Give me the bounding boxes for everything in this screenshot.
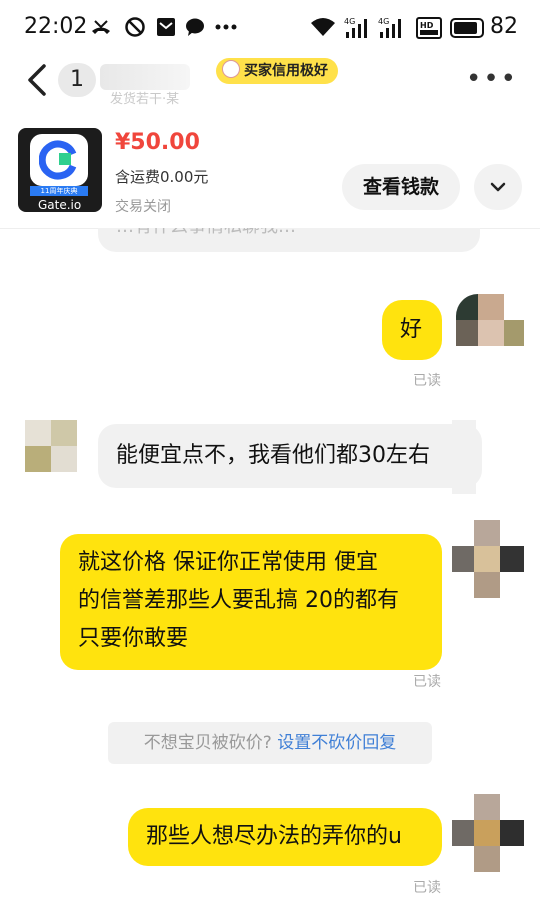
- svg-text:4G: 4G: [344, 17, 355, 26]
- contact-subtitle: 发货若干·某: [110, 92, 180, 107]
- chat-header: 1 发货若干·某 买家信用极好 •••: [0, 56, 540, 107]
- notice-text: 不想宝贝被砍价?: [143, 733, 278, 753]
- back-arrow-icon[interactable]: [22, 60, 56, 100]
- svg-text:4G: 4G: [378, 17, 389, 26]
- message-text: …有什么事情私聊我…: [116, 228, 296, 238]
- hd-icon: HD: [416, 17, 442, 39]
- order-status: 交易关闭: [115, 199, 171, 215]
- message-bubble-incoming[interactable]: …有什么事情私聊我…: [98, 228, 480, 252]
- product-thumbnail[interactable]: 11周年庆典 Gate.io: [18, 128, 102, 212]
- svg-text:HD: HD: [420, 21, 434, 30]
- set-no-bargain-link[interactable]: 设置不砍价回复: [277, 733, 396, 753]
- smiley-icon: [222, 60, 240, 78]
- unread-count-badge[interactable]: 1: [58, 63, 96, 97]
- thumb-band-label: 11周年庆典: [30, 186, 88, 196]
- expand-button[interactable]: [474, 164, 522, 210]
- status-time: 22:02: [24, 14, 88, 39]
- buyer-credit-badge[interactable]: 买家信用极好: [216, 58, 338, 84]
- missed-call-icon: [92, 20, 110, 34]
- my-avatar[interactable]: [452, 794, 524, 872]
- message-bubble-outgoing[interactable]: 就这价格 保证你正常使用 便宜 的信誉差那些人要乱搞 20的都有 只要你敢要: [60, 534, 442, 670]
- read-receipt: 已读: [413, 373, 441, 389]
- more-options-icon[interactable]: •••: [466, 66, 518, 92]
- bubble-edge: [452, 420, 476, 494]
- contact-avatar[interactable]: [25, 420, 77, 496]
- chevron-down-icon: [490, 182, 506, 192]
- wifi-icon: [311, 18, 335, 36]
- more-notifications-icon: [215, 24, 237, 30]
- my-avatar[interactable]: [452, 520, 524, 598]
- message-line: 只要你敢要: [78, 626, 189, 651]
- message-bubble-outgoing[interactable]: 那些人想尽办法的弄你的u: [128, 808, 442, 866]
- signal-4g-icon: 4G: [378, 17, 401, 38]
- status-bar: 22:02 4G 4G HD 82: [0, 0, 540, 56]
- product-card[interactable]: 11周年庆典 Gate.io ¥50.00 含运费0.00元 交易关闭 查看钱款: [0, 106, 540, 229]
- product-price: ¥50.00: [115, 130, 200, 155]
- message-icon: [186, 18, 204, 36]
- read-receipt: 已读: [413, 674, 441, 690]
- view-payment-button[interactable]: 查看钱款: [342, 164, 460, 210]
- gate-logo-icon: [30, 134, 88, 186]
- message-bubble-incoming[interactable]: 能便宜点不，我看他们都30左右: [98, 424, 482, 488]
- message-line: 就这价格 保证你正常使用 便宜: [78, 550, 378, 575]
- my-avatar[interactable]: [456, 294, 524, 370]
- credit-label: 买家信用极好: [244, 63, 328, 79]
- battery-icon: [450, 18, 484, 38]
- message-bubble-outgoing[interactable]: 好: [382, 300, 442, 360]
- signal-4g-icon: 4G: [344, 17, 367, 38]
- contact-name-blurred: [100, 64, 190, 90]
- bargain-notice: 不想宝贝被砍价? 设置不砍价回复: [108, 722, 432, 764]
- do-not-disturb-icon: [125, 17, 145, 37]
- battery-level: 82: [490, 14, 518, 39]
- read-receipt: 已读: [413, 880, 441, 896]
- message-line: 的信誉差那些人要乱搞 20的都有: [78, 588, 399, 613]
- thumb-brand: Gate.io: [38, 198, 82, 212]
- shipping-fee: 含运费0.00元: [115, 168, 209, 186]
- mail-icon: [157, 18, 175, 36]
